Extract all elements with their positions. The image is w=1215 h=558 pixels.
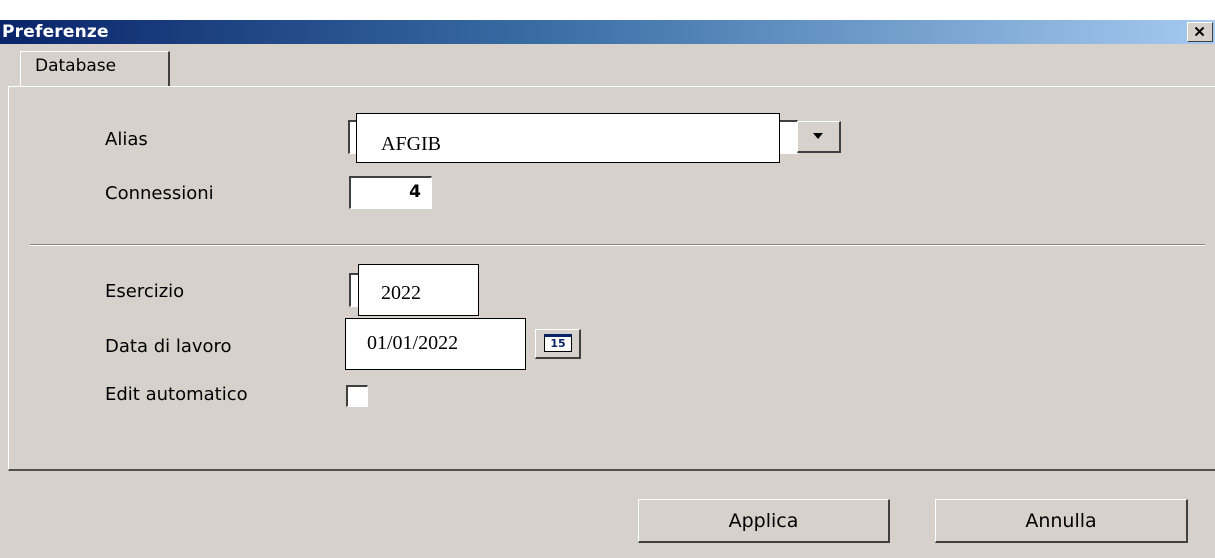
close-icon [1194,26,1205,37]
data-lavoro-label: Data di lavoro [105,336,232,357]
calendar-icon: 15 [544,334,572,352]
cancel-button[interactable]: Annulla [935,499,1188,543]
connessioni-value: 4 [409,182,421,202]
preferences-dialog: Preferenze Database Alias AFGIB Connessi… [0,0,1215,558]
alias-dropdown-button[interactable] [797,121,841,153]
esercizio-value: 2022 [381,282,421,304]
connessioni-label: Connessioni [105,183,214,204]
alias-value: AFGIB [381,133,442,155]
chevron-down-icon [813,133,823,139]
alias-label: Alias [105,129,148,150]
window-title: Preferenze [2,22,109,42]
alias-input[interactable]: AFGIB [356,113,780,163]
data-lavoro-input[interactable]: 01/01/2022 [345,318,526,370]
tab-database[interactable]: Database [20,51,170,87]
connessioni-input[interactable]: 4 [349,176,432,209]
tab-database-label: Database [35,56,117,76]
top-margin [0,0,1215,20]
calendar-button[interactable]: 15 [535,329,581,359]
edit-automatico-checkbox[interactable] [346,385,368,407]
esercizio-input[interactable]: 2022 [358,264,479,316]
edit-automatico-label: Edit automatico [105,384,248,405]
calendar-icon-day: 15 [550,337,566,350]
section-divider [30,244,1205,246]
title-bar[interactable]: Preferenze [0,20,1215,44]
esercizio-label: Esercizio [105,281,185,302]
apply-button[interactable]: Applica [638,499,890,543]
close-button[interactable] [1187,22,1213,42]
data-lavoro-value: 01/01/2022 [367,332,459,354]
